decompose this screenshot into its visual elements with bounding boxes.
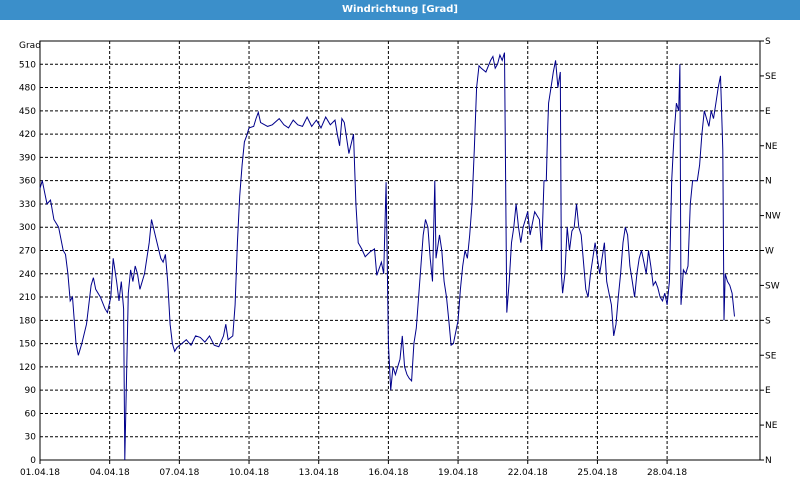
y-tick-label: 330 (19, 200, 36, 210)
x-tick-label: 25.04.18 (577, 468, 617, 478)
x-tick-label: 04.04.18 (90, 468, 130, 478)
y-tick-label: 300 (19, 223, 36, 233)
compass-tick-label: NW (765, 212, 781, 222)
y-tick-label: 180 (19, 316, 36, 326)
compass-tick-label: W (765, 247, 774, 257)
compass-tick-label: N (765, 177, 772, 187)
y-axis-left: 0 30 60 90 120 150 180 210 240 270 300 330 360 390 420… (19, 60, 36, 466)
y-tick-label: 210 (19, 293, 36, 303)
x-tick-label: 16.04.18 (368, 468, 408, 478)
x-tick-label: 19.04.18 (438, 468, 478, 478)
y-tick-label: 150 (19, 340, 36, 350)
window-title-bar: Windrichtung [Grad] (0, 0, 800, 20)
y-tick-label: 240 (19, 270, 36, 280)
y-tick-label: 510 (19, 60, 36, 70)
y-tick-label: 360 (19, 177, 36, 187)
compass-tick-label: S (765, 37, 771, 47)
y-axis-label: Grad (19, 41, 41, 51)
compass-tick-label: E (765, 107, 771, 117)
x-tick-label: 01.04.18 (20, 468, 60, 478)
compass-tick-label: N (765, 456, 772, 466)
x-axis: 01.04.18 04.04.18 07.04.18 10.04.18 13.04.18… (20, 460, 687, 478)
compass-tick-label: NE (765, 421, 778, 431)
y-axis-right: N NE E SE S SW W NW N NE E SE S (760, 37, 781, 466)
y-tick-label: 420 (19, 130, 36, 140)
x-tick-label: 13.04.18 (299, 468, 339, 478)
compass-tick-label: SE (765, 72, 777, 82)
wind-direction-chart: Grad 0 30 60 90 120 150 180 210 240 270 300 330 360 3… (19, 37, 781, 478)
compass-tick-label: SE (765, 351, 777, 361)
compass-tick-label: NE (765, 142, 778, 152)
compass-tick-label: SW (765, 281, 780, 291)
y-tick-label: 390 (19, 153, 36, 163)
y-tick-label: 120 (19, 363, 36, 373)
chart-window: Windrichtung [Grad] Grad 0 30 60 90 120 150 18… (0, 0, 800, 500)
compass-tick-label: E (765, 386, 771, 396)
y-tick-label: 270 (19, 247, 36, 257)
y-tick-label: 480 (19, 84, 36, 94)
y-tick-label: 0 (30, 456, 36, 466)
y-tick-label: 60 (25, 409, 37, 419)
x-tick-label: 22.04.18 (508, 468, 548, 478)
x-tick-label: 10.04.18 (229, 468, 269, 478)
x-tick-label: 28.04.18 (647, 468, 687, 478)
y-tick-label: 90 (25, 386, 37, 396)
x-tick-label: 07.04.18 (159, 468, 199, 478)
y-tick-label: 450 (19, 107, 36, 117)
y-tick-label: 30 (25, 433, 37, 443)
compass-tick-label: S (765, 316, 771, 326)
